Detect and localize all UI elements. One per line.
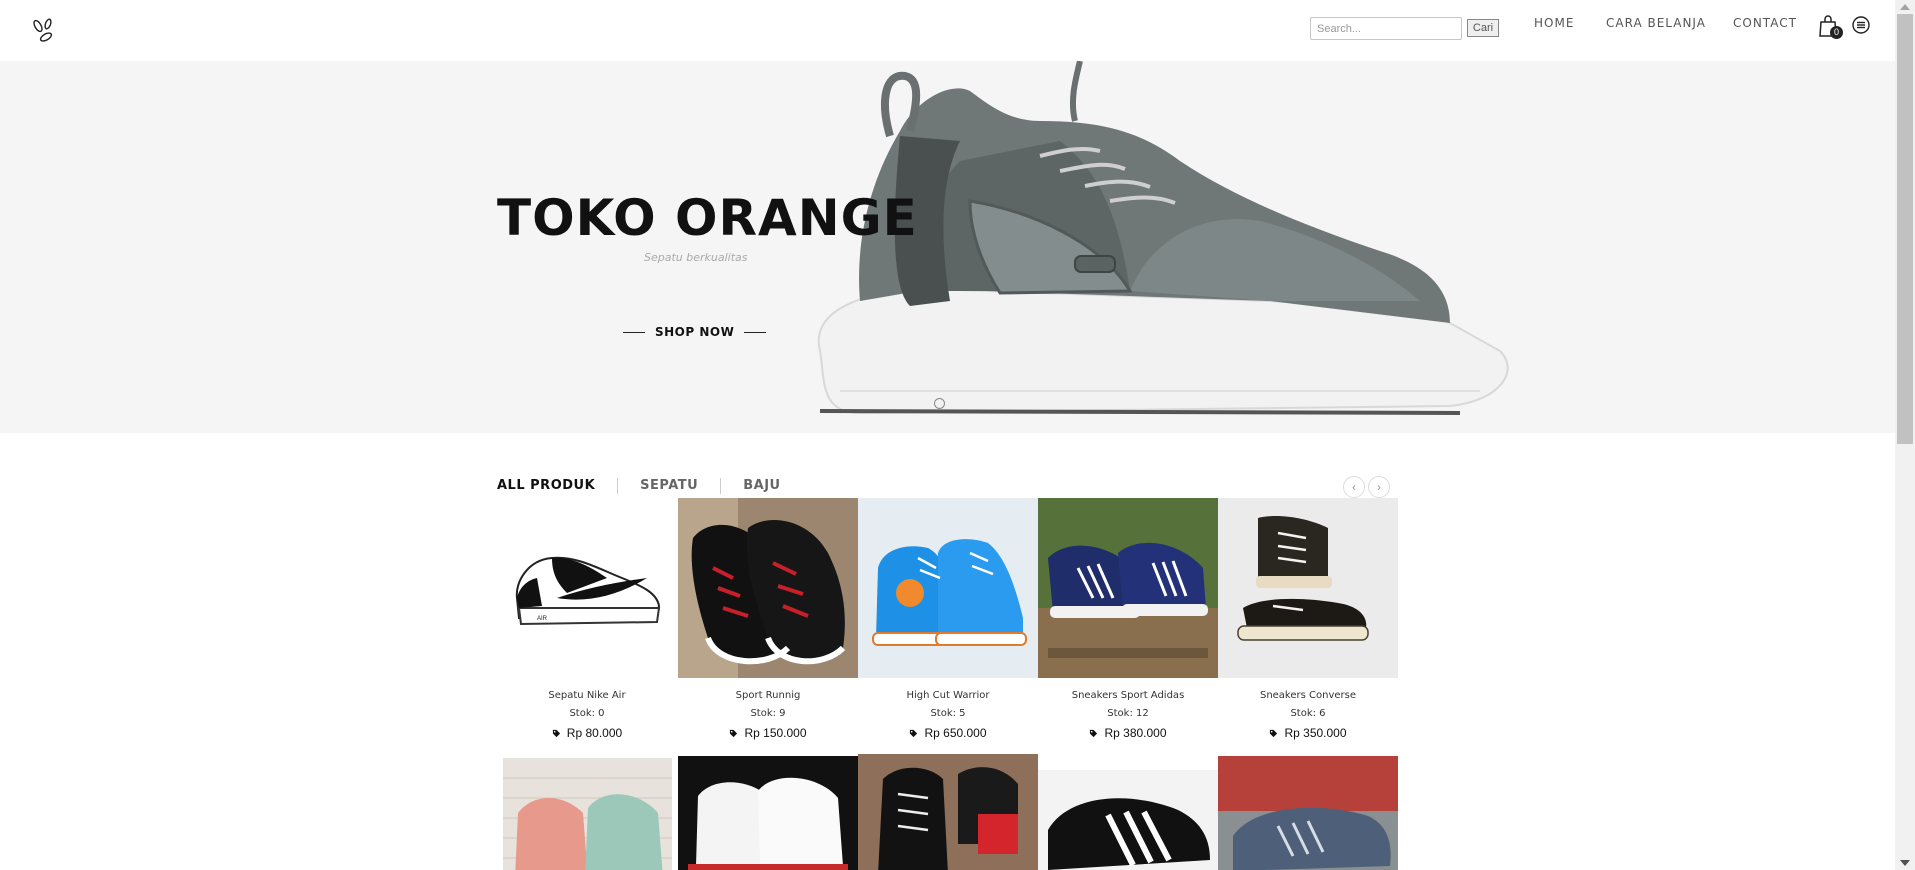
black-high-top-converse-image (858, 754, 1038, 870)
product-image[interactable] (1218, 498, 1398, 678)
product-price: Rp 650.000 (858, 726, 1038, 740)
product-card[interactable]: High Cut Warrior Stok: 5 Rp 650.000 (858, 498, 1038, 740)
product-filter-tabs: ALL PRODUK SEPATU BAJU (497, 478, 803, 494)
hero-subtitle: Sepatu berkualitas (644, 251, 748, 264)
product-image[interactable] (1038, 770, 1218, 870)
divider (744, 331, 767, 333)
product-price-value: Rp 350.000 (1284, 726, 1347, 740)
slider-dot[interactable] (934, 398, 945, 409)
product-price-value: Rp 150.000 (744, 726, 807, 740)
product-image[interactable] (678, 498, 858, 678)
carousel-prev-button[interactable]: ‹ (1343, 476, 1365, 498)
product-card[interactable]: Sneakers Converse Stok: 6 Rp 350.000 (1218, 498, 1398, 740)
product-stock: Stok: 12 (1107, 708, 1149, 719)
carousel-next-button[interactable]: › (1368, 476, 1390, 498)
site-header: Cari HOME CARA BELANJA CONTACT 0 (0, 0, 1895, 60)
gray-knit-sneaker-image (1218, 756, 1398, 870)
product-image[interactable] (1038, 498, 1218, 678)
black-red-running-shoe-image (678, 498, 858, 678)
product-name[interactable]: Sneakers Sport Adidas (1038, 690, 1218, 701)
price-tag-icon (730, 729, 738, 737)
product-name[interactable]: Sneakers Converse (1218, 690, 1398, 701)
price-tag-icon (1090, 729, 1098, 737)
product-image[interactable] (858, 754, 1038, 870)
product-stock: Stok: 0 (569, 708, 605, 719)
product-image[interactable]: AIR (497, 498, 677, 678)
nav-contact[interactable]: CONTACT (1733, 16, 1797, 30)
nav-home[interactable]: HOME (1534, 16, 1574, 30)
search-input[interactable] (1310, 17, 1462, 40)
white-sneakers-image (678, 756, 858, 870)
scroll-up-arrow[interactable] (1900, 4, 1910, 10)
price-tag-icon (552, 729, 560, 737)
tab-all-produk[interactable]: ALL PRODUK (497, 478, 617, 494)
navy-adidas-sneaker-image (1038, 498, 1218, 678)
product-stock: Stok: 9 (750, 708, 786, 719)
product-image[interactable] (678, 756, 858, 870)
page-scrollbar[interactable] (1895, 0, 1915, 870)
product-price: Rp 150.000 (678, 726, 858, 740)
product-stock: Stok: 6 (1290, 708, 1326, 719)
menu-icon[interactable] (1852, 16, 1870, 34)
product-name[interactable]: Sepatu Nike Air (497, 690, 677, 701)
product-name[interactable]: High Cut Warrior (858, 690, 1038, 701)
black-converse-sneaker-image (1218, 498, 1398, 678)
shop-now-label: SHOP NOW (655, 325, 735, 339)
product-image[interactable] (858, 498, 1038, 678)
blue-high-top-sneaker-image (858, 498, 1038, 678)
scroll-thumb[interactable] (1897, 14, 1913, 444)
brand-logo[interactable] (28, 14, 60, 46)
nike-air-sneaker-image: AIR (515, 556, 661, 626)
product-card[interactable]: AIR Sepatu Nike Air Stok: 0 Rp 80.000 (497, 498, 677, 740)
price-tag-icon (910, 729, 918, 737)
product-stock: Stok: 5 (930, 708, 966, 719)
product-price-value: Rp 80.000 (566, 726, 623, 740)
product-card[interactable]: Sport Runnig Stok: 9 Rp 150.000 (678, 498, 858, 740)
price-tag-icon (1270, 729, 1278, 737)
cart-count-badge: 0 (1830, 26, 1843, 39)
product-price: Rp 380.000 (1038, 726, 1218, 740)
pink-green-blouses-image (503, 758, 672, 870)
tab-baju[interactable]: BAJU (720, 478, 802, 494)
product-price: Rp 350.000 (1218, 726, 1398, 740)
black-adidas-sneaker-image (1038, 770, 1218, 870)
product-image[interactable] (1218, 756, 1398, 870)
product-name[interactable]: Sport Runnig (678, 690, 858, 701)
product-card[interactable]: Sneakers Sport Adidas Stok: 12 Rp 380.00… (1038, 498, 1218, 740)
svg-text:AIR: AIR (537, 616, 548, 622)
product-image[interactable] (503, 758, 672, 870)
product-price-value: Rp 650.000 (924, 726, 987, 740)
product-price: Rp 80.000 (497, 726, 677, 740)
shop-now-button[interactable]: SHOP NOW (623, 325, 767, 339)
hero-slider: TOKO ORANGE Sepatu berkualitas SHOP NOW (0, 61, 1895, 433)
divider (623, 331, 645, 333)
product-price-value: Rp 380.000 (1104, 726, 1167, 740)
hero-title: TOKO ORANGE (497, 189, 918, 247)
scroll-down-arrow[interactable] (1900, 860, 1910, 866)
tab-sepatu[interactable]: SEPATU (617, 478, 720, 494)
hero-shoe-image (817, 61, 1509, 415)
nav-cara-belanja[interactable]: CARA BELANJA (1606, 16, 1706, 30)
carousel-controls: ‹ › (1343, 476, 1390, 498)
search-button[interactable]: Cari (1467, 19, 1499, 37)
